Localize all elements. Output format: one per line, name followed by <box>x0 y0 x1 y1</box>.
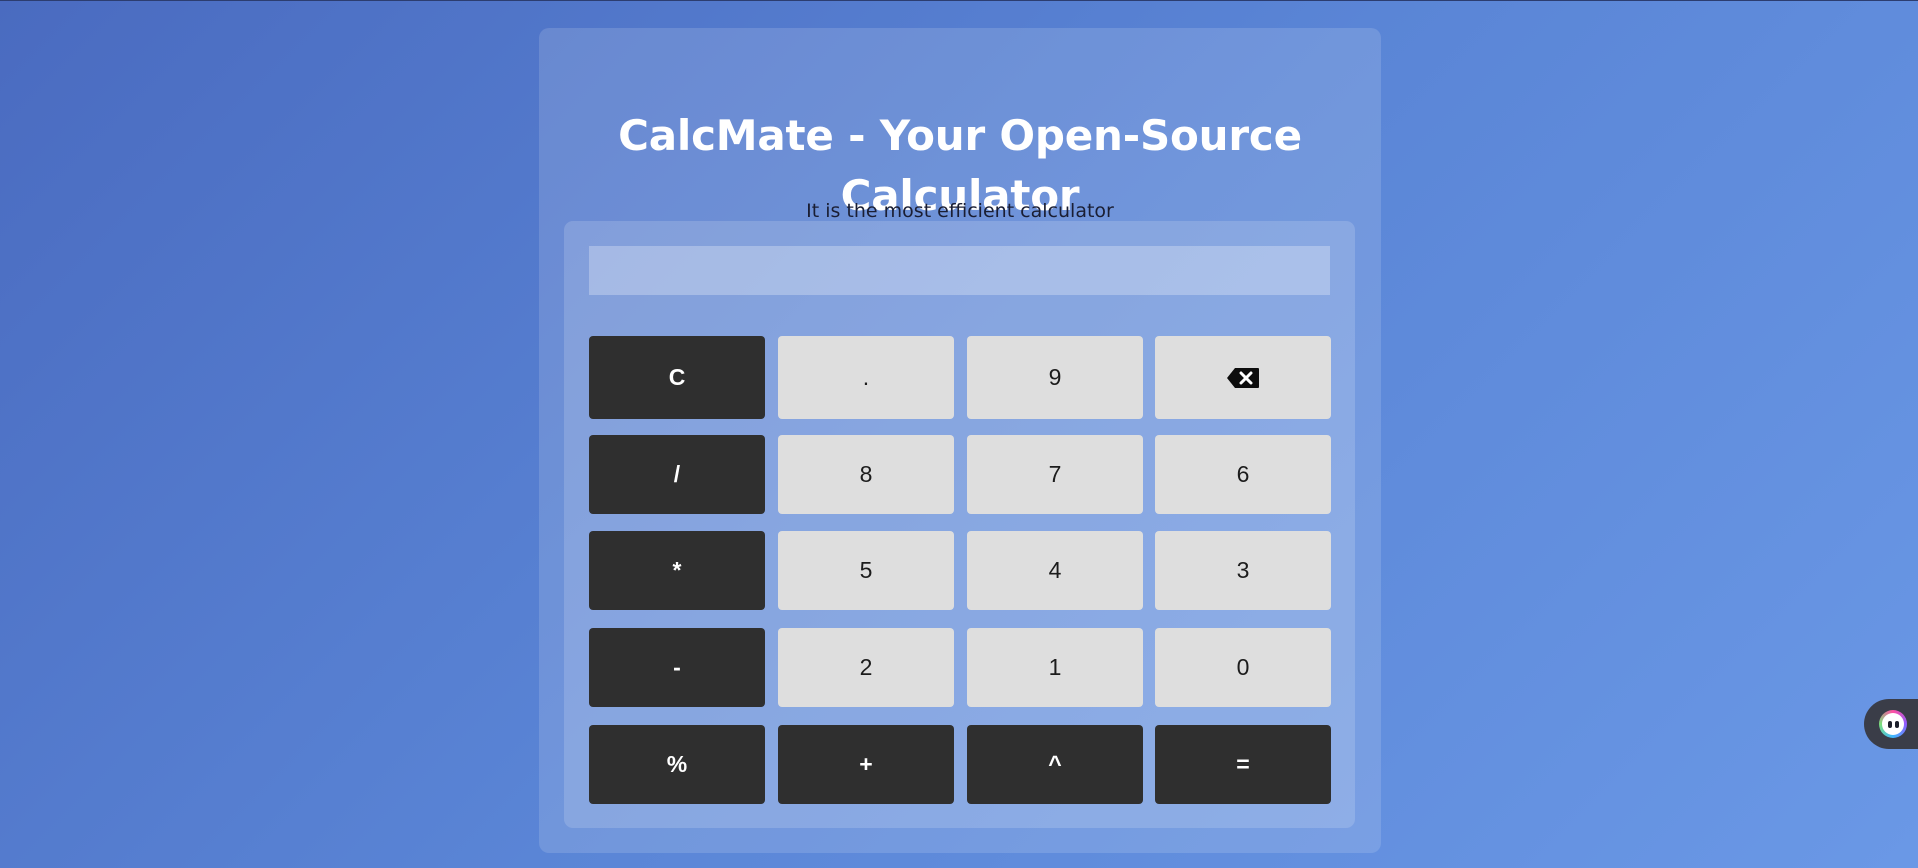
digit-3-button[interactable]: 3 <box>1155 531 1331 610</box>
digit-0-button[interactable]: 0 <box>1155 628 1331 707</box>
power-button[interactable]: ^ <box>967 725 1143 804</box>
digit-9-button[interactable]: 9 <box>967 336 1143 419</box>
decimal-button[interactable]: . <box>778 336 954 419</box>
add-button[interactable]: + <box>778 725 954 804</box>
digit-8-button[interactable]: 8 <box>778 435 954 514</box>
multiply-button[interactable]: * <box>589 531 765 610</box>
digit-5-button[interactable]: 5 <box>778 531 954 610</box>
percent-button[interactable]: % <box>589 725 765 804</box>
assistant-widget[interactable] <box>1864 699 1918 749</box>
divide-button[interactable]: / <box>589 435 765 514</box>
backspace-icon <box>1227 367 1259 388</box>
calculator-card: CalcMate - Your Open-Source Calculator I… <box>539 28 1381 853</box>
digit-1-button[interactable]: 1 <box>967 628 1143 707</box>
digit-6-button[interactable]: 6 <box>1155 435 1331 514</box>
assistant-avatar-icon <box>1879 710 1907 738</box>
calculator-display[interactable] <box>589 246 1330 295</box>
backspace-button[interactable] <box>1155 336 1331 419</box>
digit-4-button[interactable]: 4 <box>967 531 1143 610</box>
clear-button[interactable]: C <box>589 336 765 419</box>
subtract-button[interactable]: - <box>589 628 765 707</box>
digit-2-button[interactable]: 2 <box>778 628 954 707</box>
equals-button[interactable]: = <box>1155 725 1331 804</box>
calculator-panel: C . 9 / 8 7 6 * 5 4 3 - 2 1 0 % + ^ = <box>564 221 1355 828</box>
digit-7-button[interactable]: 7 <box>967 435 1143 514</box>
